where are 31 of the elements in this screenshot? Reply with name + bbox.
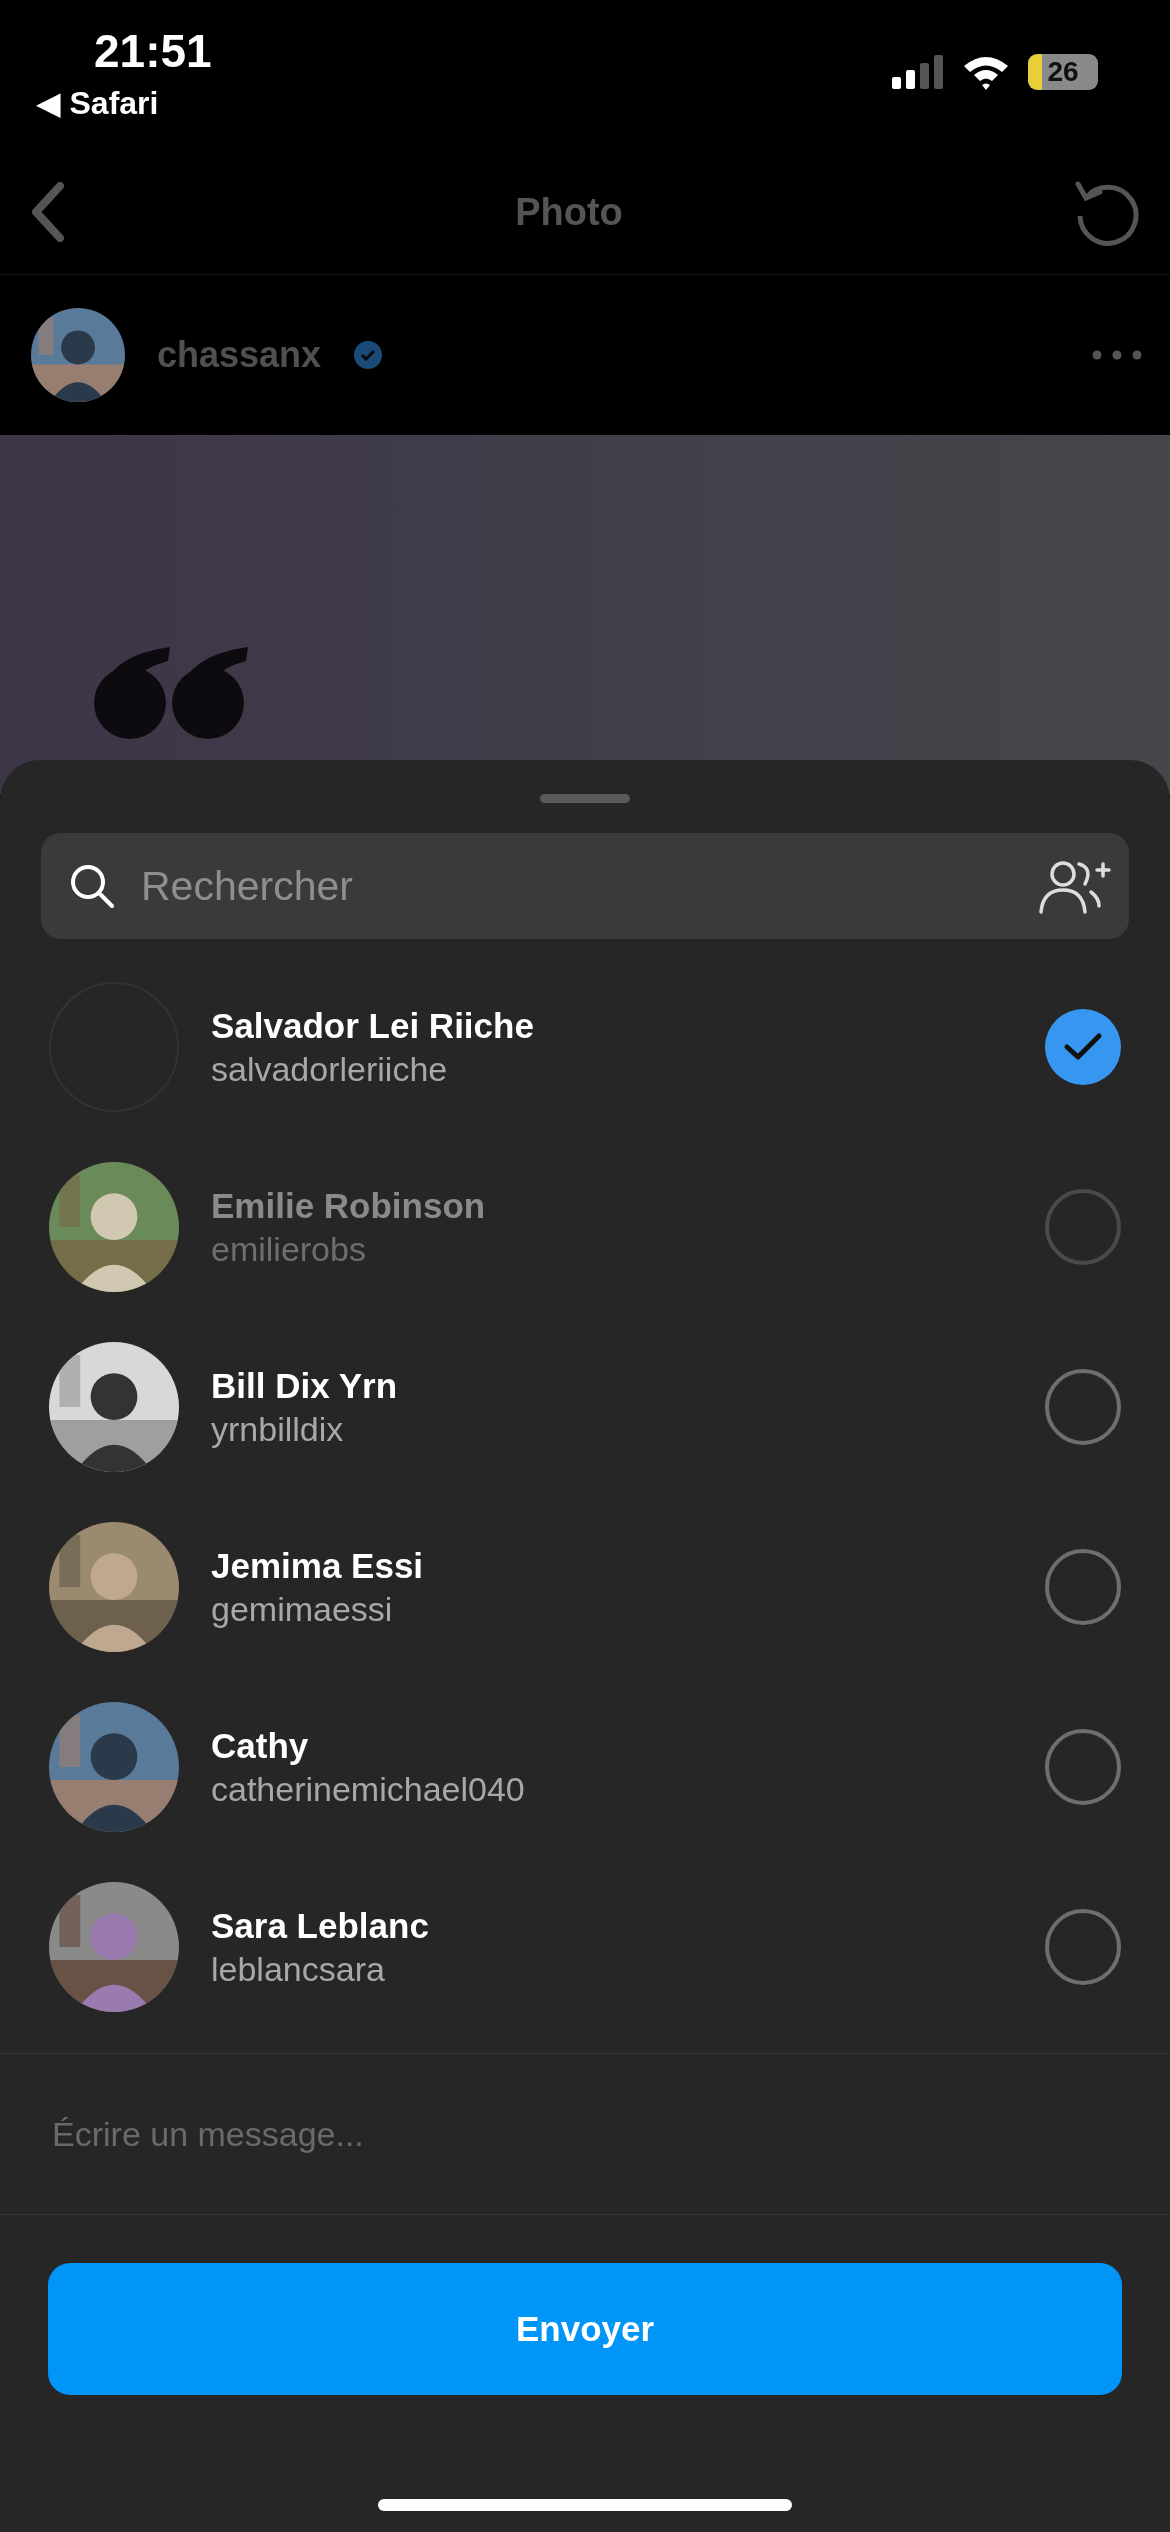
contact-name: Cathy: [211, 1725, 310, 1766]
search-icon: [69, 863, 115, 909]
search-field[interactable]: Rechercher: [41, 833, 1129, 939]
contact-name: Jemima Essi: [211, 1545, 425, 1586]
select-checkbox[interactable]: [1045, 1549, 1121, 1625]
wifi-icon: [962, 54, 1010, 90]
checkmark-icon: [1063, 1032, 1103, 1062]
contact-username: catherinemichael040: [211, 1769, 526, 1809]
contact-username: gemimaessi: [211, 1589, 394, 1629]
select-checkbox[interactable]: [1045, 1729, 1121, 1805]
signal-icon: [892, 55, 944, 89]
contact-username: emilierobs: [211, 1229, 367, 1269]
back-to-app-link[interactable]: ◀ Safari: [36, 84, 159, 122]
send-button[interactable]: Envoyer: [48, 2263, 1122, 2395]
select-checkbox[interactable]: [1045, 1909, 1121, 1985]
contact-name: Bill Dix Yrn: [211, 1365, 399, 1406]
back-chevron-icon[interactable]: [30, 182, 66, 242]
contact-name: Sara Leblanc: [211, 1905, 430, 1946]
battery-icon: 26: [1028, 54, 1098, 90]
message-field[interactable]: Écrire un message...: [0, 2054, 1170, 2214]
more-options-icon[interactable]: [1092, 350, 1142, 360]
status-time: 21:51: [94, 24, 212, 78]
contact-name: Salvador Lei Riiche: [211, 1005, 535, 1046]
post-username[interactable]: chassanx: [157, 334, 322, 376]
page-title: Photo: [515, 190, 623, 234]
select-checkbox[interactable]: [1045, 1369, 1121, 1445]
contact-name: Emilie Robinson: [211, 1185, 487, 1226]
contact-username: salvadorleriiche: [211, 1049, 449, 1089]
refresh-icon[interactable]: [1072, 178, 1140, 246]
contact-username: yrnbilldix: [211, 1409, 345, 1449]
contact-username: leblancsara: [211, 1949, 386, 1989]
